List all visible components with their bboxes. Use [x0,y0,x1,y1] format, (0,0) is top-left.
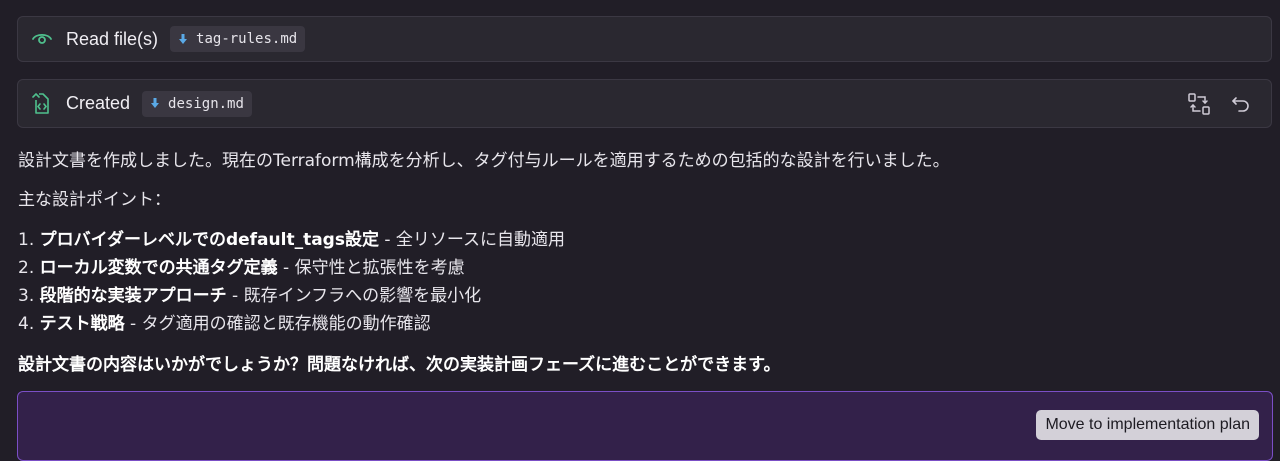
design-points-list: 1. プロバイダーレベルでのdefault_tags設定 - 全リソースに自動適… [18,226,565,338]
markdown-file-icon [178,33,188,45]
markdown-file-icon [150,98,160,109]
card-actions [1187,92,1253,116]
list-item-description: - 全リソースに自動適用 [378,230,566,250]
list-item-title: テスト戦略 [39,314,125,334]
file-chip-name: design.md [168,95,244,112]
file-chip-tag-rules[interactable]: tag-rules.md [170,26,306,52]
undo-icon[interactable] [1229,92,1253,116]
list-item-title: 段階的な実装アプローチ [39,286,227,306]
list-item: 2. ローカル変数での共通タグ定義 - 保守性と拡張性を考慮 [18,254,565,282]
code-file-icon [31,92,53,115]
message-intro: 設計文書を作成しました。現在のTerraform構成を分析し、タグ付与ルールを適… [18,151,950,171]
compare-icon[interactable] [1187,92,1211,116]
list-item-description: - 保守性と拡張性を考慮 [277,258,465,278]
list-item: 1. プロバイダーレベルでのdefault_tags設定 - 全リソースに自動適… [18,226,565,254]
list-item: 3. 段階的な実装アプローチ - 既存インフラへの影響を最小化 [18,282,565,310]
action-panel: Move to implementation plan [17,391,1273,461]
message-question: 設計文書の内容はいかがでしょうか？問題なければ、次の実装計画フェーズに進むことが… [18,355,781,375]
created-label: Created [66,93,131,113]
move-to-implementation-plan-button[interactable]: Move to implementation plan [1036,410,1259,440]
list-item: 4. テスト戦略 - タグ適用の確認と既存機能の動作確認 [18,310,565,338]
file-chip-name: tag-rules.md [196,31,298,47]
list-item-number: 4. [18,314,35,334]
created-file-card: Created design.md [17,79,1272,128]
list-item-number: 1. [18,230,35,250]
read-files-card: Read file(s) tag-rules.md [17,16,1272,62]
list-item-title: プロバイダーレベルでのdefault_tags設定 [39,230,379,250]
list-item-number: 2. [18,258,35,278]
read-files-label: Read file(s) [66,28,159,49]
list-item-description: - タグ適用の確認と既存機能の動作確認 [124,314,431,334]
list-item-description: - 既存インフラへの影響を最小化 [226,286,482,306]
file-chip-design[interactable]: design.md [142,90,252,117]
list-item-number: 3. [18,286,35,306]
design-points-heading: 主な設計ポイント： [18,190,171,210]
list-item-title: ローカル変数での共通タグ定義 [39,258,278,278]
eye-icon [31,28,53,50]
